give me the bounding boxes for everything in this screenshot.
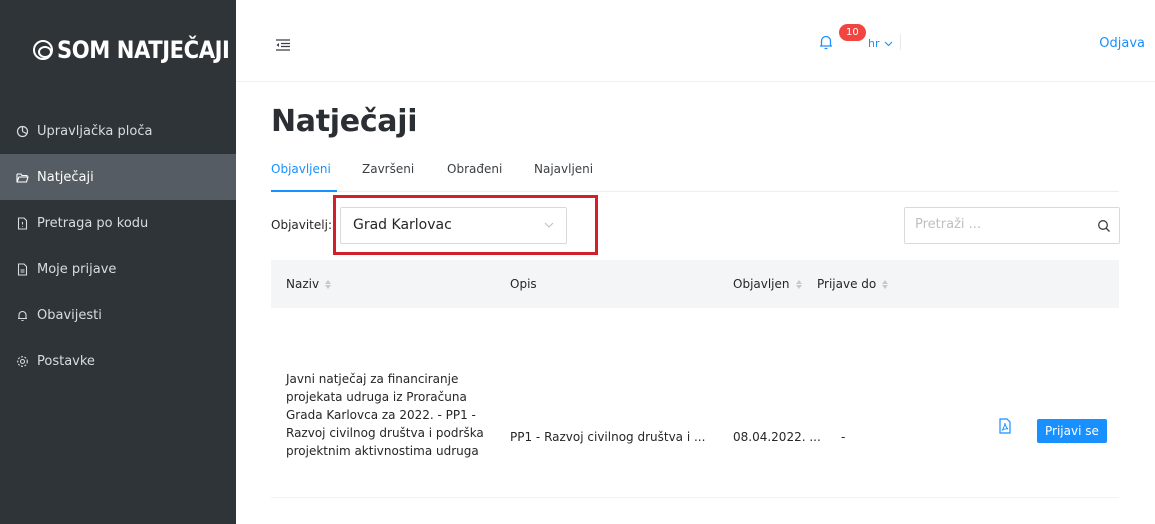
search-icon[interactable] xyxy=(1097,219,1111,233)
language-selector[interactable]: hr xyxy=(868,37,893,50)
column-header-label: Objavljen xyxy=(733,277,790,291)
cell-description: PP1 - Razvoj civilnog društva i ... xyxy=(510,430,706,444)
sort-icon xyxy=(325,279,332,289)
dashboard-icon xyxy=(16,125,29,138)
notification-count-badge: 10 xyxy=(839,24,866,41)
search-input[interactable] xyxy=(915,217,1075,232)
folder-open-icon xyxy=(16,171,29,184)
logo-icon xyxy=(33,40,53,60)
cell-name: Javni natječaj za financiranje projekata… xyxy=(286,372,484,458)
sidebar-item-label: Moje prijave xyxy=(37,261,117,277)
search-box xyxy=(904,207,1120,244)
gear-icon xyxy=(16,355,29,368)
active-tab-indicator xyxy=(271,190,337,192)
sidebar-item-label: Pretraga po kodu xyxy=(37,215,149,231)
column-header-opis: Opis xyxy=(510,277,537,291)
bell-icon xyxy=(16,309,29,322)
table-row: Javni natječaj za financiranje projekata… xyxy=(271,308,1119,498)
sort-icon xyxy=(795,279,802,289)
publisher-filter-label: Objavitelj: xyxy=(271,218,332,232)
annotation-highlight-box xyxy=(333,195,598,255)
sidebar-item-label: Postavke xyxy=(37,353,95,369)
table-header: Naziv Opis Objavljen Prijave do xyxy=(271,260,1119,308)
page-title: Natječaji xyxy=(271,104,418,139)
sidebar-item-dashboard[interactable]: Upravljačka ploča xyxy=(0,108,236,154)
pdf-icon[interactable] xyxy=(998,418,1012,434)
tab-zavrseni[interactable]: Završeni xyxy=(362,162,414,176)
cell-published: 08.04.2022. ... xyxy=(733,430,821,444)
sidebar-item-label: Natječaji xyxy=(37,169,94,185)
tab-obradeni[interactable]: Obrađeni xyxy=(447,162,502,176)
column-header-naziv[interactable]: Naziv xyxy=(286,277,332,291)
sidebar-item-natjecaji[interactable]: Natječaji xyxy=(0,154,236,200)
sidebar: SOM NATJEČAJI Upravljačka ploča Natječaj… xyxy=(0,0,236,524)
sidebar-menu: Upravljačka ploča Natječaji Pretraga po … xyxy=(0,108,236,384)
logo-text: SOM NATJEČAJI xyxy=(57,36,230,64)
status-tabs: Objavljeni Završeni Obrađeni Najavljeni xyxy=(271,158,1119,192)
sort-icon xyxy=(882,279,889,289)
tab-najavljeni[interactable]: Najavljeni xyxy=(534,162,593,176)
language-label: hr xyxy=(868,37,880,50)
logout-link[interactable]: Odjava xyxy=(1099,36,1145,51)
app-logo[interactable]: SOM NATJEČAJI xyxy=(33,30,253,70)
menu-collapse-icon[interactable] xyxy=(276,36,290,51)
tab-objavljeni[interactable]: Objavljeni xyxy=(271,162,331,176)
competitions-table: Naziv Opis Objavljen Prijave do Javni na… xyxy=(271,260,1119,498)
column-header-label: Naziv xyxy=(286,277,320,291)
column-header-prijave-do[interactable]: Prijave do xyxy=(817,277,889,291)
chevron-down-icon xyxy=(884,41,892,46)
column-header-label: Opis xyxy=(510,277,537,291)
sidebar-item-postavke[interactable]: Postavke xyxy=(0,338,236,384)
top-bar: 10 hr Odjava xyxy=(236,0,1155,82)
divider xyxy=(900,34,901,50)
notification-bell-icon[interactable] xyxy=(819,34,833,50)
apply-button[interactable]: Prijavi se xyxy=(1037,419,1107,443)
sidebar-item-label: Upravljačka ploča xyxy=(37,123,153,139)
column-header-label: Prijave do xyxy=(817,277,877,291)
file-icon xyxy=(16,262,29,276)
sidebar-item-moje-prijave[interactable]: Moje prijave xyxy=(0,246,236,292)
file-search-icon xyxy=(16,216,29,230)
sidebar-item-pretraga[interactable]: Pretraga po kodu xyxy=(0,200,236,246)
sidebar-item-obavijesti[interactable]: Obavijesti xyxy=(0,292,236,338)
column-header-objavljen[interactable]: Objavljen xyxy=(733,277,802,291)
sidebar-item-label: Obavijesti xyxy=(37,307,102,323)
cell-due: - xyxy=(841,430,846,444)
